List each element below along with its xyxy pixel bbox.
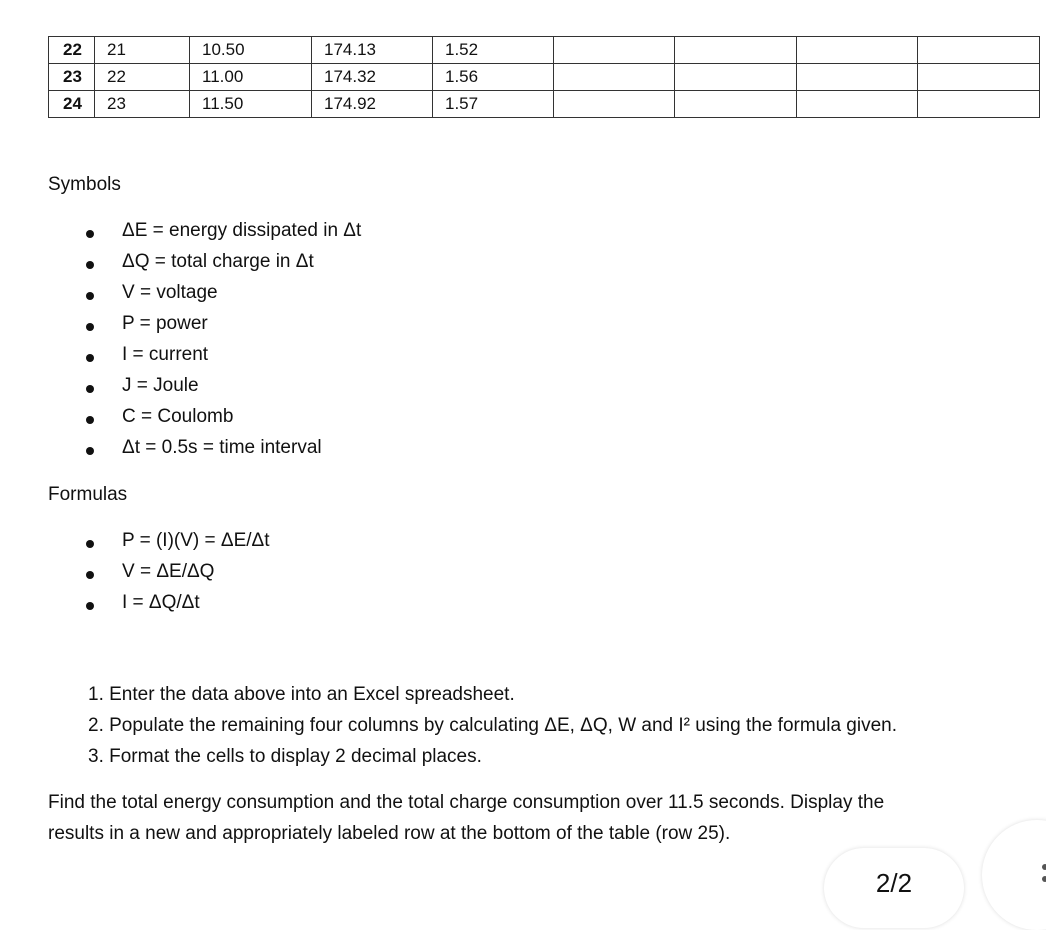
bullet-icon — [86, 292, 94, 300]
table-cell: 11.00 — [189, 63, 312, 91]
table-cell: 22 — [94, 63, 190, 91]
table-cell — [917, 63, 1040, 91]
table-cell — [553, 36, 675, 64]
page-indicator: 2/2 — [824, 848, 964, 928]
table-cell: 174.32 — [311, 63, 433, 91]
table-cell — [674, 63, 797, 91]
instruction-line-2: results in a new and appropriately label… — [48, 823, 731, 844]
table-cell — [796, 36, 918, 64]
more-options-button[interactable] — [982, 820, 1046, 930]
table-cell — [674, 36, 797, 64]
table-cell — [674, 90, 797, 118]
table-cell: 174.92 — [311, 90, 433, 118]
table-cell — [917, 90, 1040, 118]
row-number: 22 — [48, 36, 95, 64]
table-row: 24 23 11.50 174.92 1.57 — [48, 90, 1040, 118]
table-cell: 174.13 — [311, 36, 433, 64]
bullet-icon — [86, 230, 94, 238]
table-cell: 10.50 — [189, 36, 312, 64]
more-options-icon-dot — [1042, 876, 1046, 882]
row-number: 24 — [48, 90, 95, 118]
symbol-item: J = Joule — [122, 375, 199, 396]
bullet-icon — [86, 261, 94, 269]
table-cell — [553, 90, 675, 118]
symbol-item: ΔE = energy dissipated in Δt — [122, 220, 362, 241]
table-cell: 21 — [94, 36, 190, 64]
formula-item: I = ΔQ/Δt — [122, 592, 200, 613]
symbol-item: V = voltage — [122, 282, 218, 303]
table-row: 23 22 11.00 174.32 1.56 — [48, 63, 1040, 91]
bullet-icon — [86, 602, 94, 610]
step-item: 3. Format the cells to display 2 decimal… — [88, 746, 482, 767]
step-item: 2. Populate the remaining four columns b… — [88, 715, 898, 736]
symbol-item: Δt = 0.5s = time interval — [122, 437, 322, 458]
table-cell: 23 — [94, 90, 190, 118]
data-table: 22 21 10.50 174.13 1.52 23 22 11.00 174.32 1.56 24… — [48, 36, 1040, 118]
symbols-heading: Symbols — [48, 174, 121, 195]
row-number: 23 — [48, 63, 95, 91]
bullet-icon — [86, 323, 94, 331]
table-cell — [553, 63, 675, 91]
symbol-item: ΔQ = total charge in Δt — [122, 251, 314, 272]
step-item: 1. Enter the data above into an Excel sp… — [88, 684, 515, 705]
table-cell — [796, 90, 918, 118]
table-cell: 11.50 — [189, 90, 312, 118]
bullet-icon — [86, 447, 94, 455]
table-cell: 1.56 — [432, 63, 554, 91]
table-cell: 1.52 — [432, 36, 554, 64]
bullet-icon — [86, 571, 94, 579]
more-options-icon — [1042, 864, 1046, 870]
instruction-line-1: Find the total energy consumption and th… — [48, 792, 885, 813]
symbol-item: P = power — [122, 313, 208, 334]
formula-item: P = (I)(V) = ΔE/Δt — [122, 530, 270, 551]
bullet-icon — [86, 385, 94, 393]
formulas-heading: Formulas — [48, 484, 128, 505]
table-cell: 1.57 — [432, 90, 554, 118]
table-row: 22 21 10.50 174.13 1.52 — [48, 36, 1040, 64]
symbol-item: C = Coulomb — [122, 406, 234, 427]
table-cell — [796, 63, 918, 91]
bullet-icon — [86, 416, 94, 424]
formula-item: V = ΔE/ΔQ — [122, 561, 215, 582]
table-cell — [917, 36, 1040, 64]
bullet-icon — [86, 540, 94, 548]
bullet-icon — [86, 354, 94, 362]
symbol-item: I = current — [122, 344, 209, 365]
